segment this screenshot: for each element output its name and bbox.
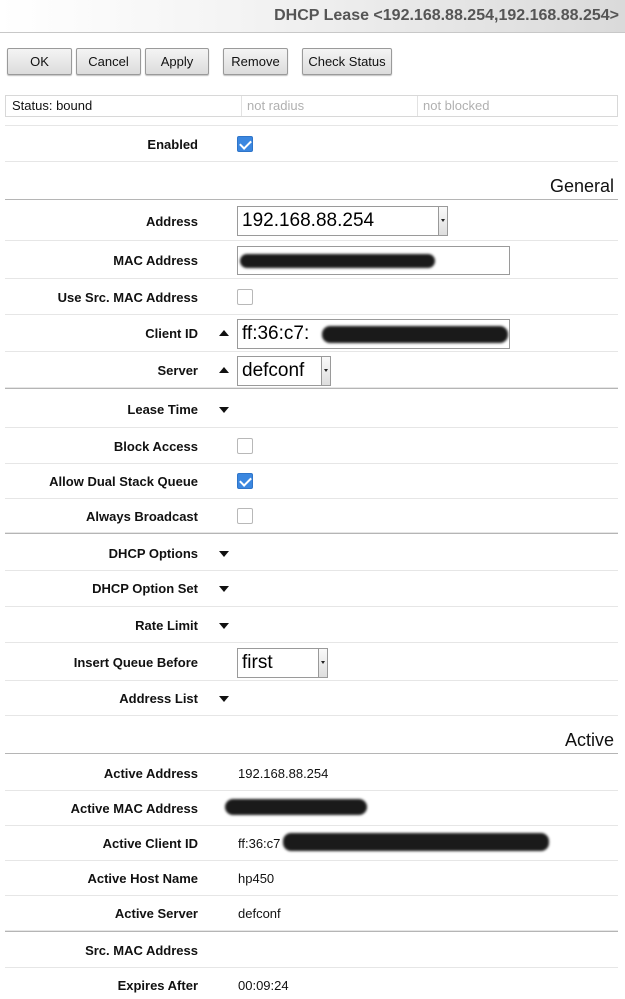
section-general: General (549, 176, 614, 196)
use-src-mac-label: Use Src. MAC Address (57, 290, 198, 305)
insert-queue-before-select[interactable]: first (237, 648, 328, 678)
chevron-down-icon[interactable] (321, 357, 330, 385)
section-active: Active (564, 730, 614, 750)
rate-limit-label: Rate Limit (135, 618, 198, 633)
expand-down-icon[interactable] (219, 551, 229, 557)
insert-queue-before-value: first (242, 652, 273, 673)
chevron-down-icon[interactable] (318, 649, 327, 677)
block-access-checkbox[interactable] (237, 438, 253, 454)
src-mac-label: Src. MAC Address (85, 943, 198, 958)
enabled-label: Enabled (147, 137, 198, 152)
status-bar: Status: bound not radius not blocked (5, 95, 618, 117)
address-label: Address (145, 214, 198, 229)
active-server-value: defconf (238, 906, 281, 921)
rate-limit-row (5, 607, 618, 643)
status-blocked: not blocked (423, 98, 490, 113)
address-list-label: Address List (119, 691, 198, 706)
redacted-active-mac (225, 799, 367, 815)
enabled-row (5, 127, 618, 162)
collapse-up-icon[interactable] (219, 330, 229, 336)
chevron-down-icon[interactable] (438, 207, 447, 235)
expires-after-label: Expires After (117, 978, 198, 993)
ok-button[interactable]: OK (7, 48, 72, 75)
active-server-row (5, 896, 618, 931)
client-id-value: ff:36:c7: (242, 323, 310, 344)
enabled-checkbox[interactable] (237, 136, 253, 152)
window-titlebar: DHCP Lease <192.168.88.254,192.168.88.25… (0, 0, 625, 33)
dhcp-options-label: DHCP Options (108, 546, 198, 561)
redacted-client-id (322, 326, 508, 343)
active-client-id-label: Active Client ID (102, 836, 198, 851)
apply-button[interactable]: Apply (145, 48, 209, 75)
redacted-active-client-id (283, 833, 549, 851)
dhcp-option-set-label: DHCP Option Set (92, 581, 198, 596)
window-title: DHCP Lease <192.168.88.254,192.168.88.25… (274, 7, 619, 24)
lease-time-row (5, 391, 618, 428)
dual-stack-label: Allow Dual Stack Queue (49, 474, 198, 489)
expand-down-icon[interactable] (219, 696, 229, 702)
always-broadcast-label: Always Broadcast (86, 509, 198, 524)
active-address-label: Active Address (103, 766, 198, 781)
remove-button[interactable]: Remove (223, 48, 288, 75)
active-host-name-label: Active Host Name (87, 871, 198, 886)
lease-time-label: Lease Time (127, 402, 198, 417)
dhcp-options-row (5, 535, 618, 571)
collapse-up-icon[interactable] (219, 367, 229, 373)
mac-address-label: MAC Address (113, 253, 198, 268)
block-access-label: Block Access (113, 439, 198, 454)
mac-address-input[interactable] (237, 246, 510, 275)
dual-stack-checkbox[interactable] (237, 473, 253, 489)
status-radius: not radius (247, 98, 305, 113)
always-broadcast-checkbox[interactable] (237, 508, 253, 524)
active-client-id-value: ff:36:c7 (238, 836, 281, 851)
client-id-label: Client ID (145, 326, 198, 341)
expand-down-icon[interactable] (219, 586, 229, 592)
client-id-input[interactable]: ff:36:c7: (237, 319, 510, 349)
block-access-row (5, 428, 618, 464)
expand-down-icon[interactable] (219, 623, 229, 629)
active-host-name-value: hp450 (238, 871, 275, 886)
address-value: 192.168.88.254 (242, 210, 375, 231)
cancel-button[interactable]: Cancel (76, 48, 141, 75)
expires-after-row (5, 968, 618, 999)
active-address-value: 192.168.88.254 (238, 766, 329, 781)
expires-after-value: 00:09:24 (238, 978, 289, 993)
insert-queue-before-label: Insert Queue Before (73, 655, 198, 670)
active-mac-label: Active MAC Address (70, 801, 198, 816)
server-label: Server (157, 363, 198, 378)
check-status-button[interactable]: Check Status (302, 48, 392, 75)
server-value: defconf (242, 360, 305, 381)
use-src-mac-checkbox[interactable] (237, 289, 253, 305)
status-state: Status: bound (12, 98, 93, 113)
address-select[interactable]: 192.168.88.254 (237, 206, 448, 236)
server-select[interactable]: defconf (237, 356, 331, 386)
expand-down-icon[interactable] (219, 407, 229, 413)
redacted-mac (240, 254, 435, 268)
active-server-label: Active Server (114, 906, 198, 921)
address-list-row (5, 681, 618, 716)
